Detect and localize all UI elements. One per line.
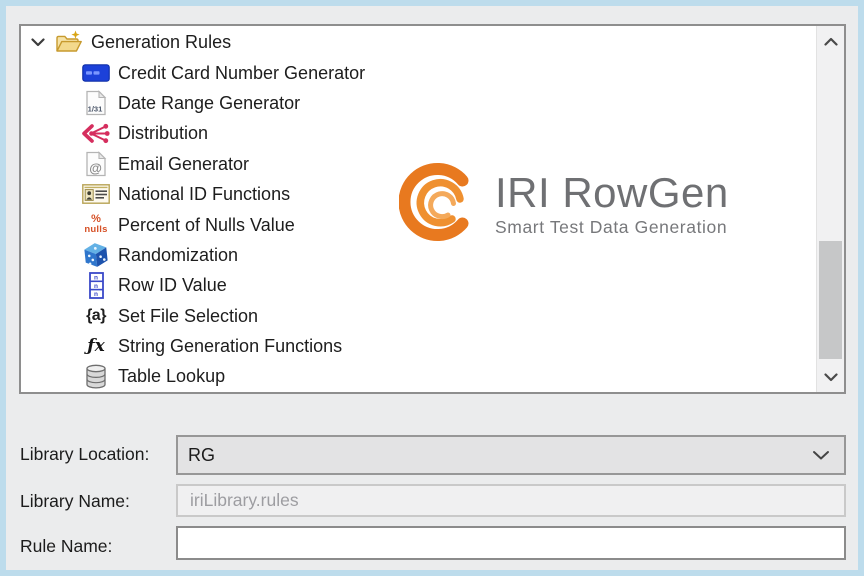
table-lookup-icon xyxy=(81,362,111,390)
tree-item-date-range-generator[interactable]: 1/31 Date Range Generator xyxy=(21,88,814,118)
tree-item-percent-of-nulls-value[interactable]: % nulls Percent of Nulls Value xyxy=(21,209,814,239)
national-id-icon xyxy=(81,180,111,208)
tree-item-label: Table Lookup xyxy=(118,366,226,387)
credit-card-icon xyxy=(81,59,111,87)
tree-item-label: Set File Selection xyxy=(118,305,259,326)
scrollbar-up-button[interactable] xyxy=(817,26,845,56)
row-id-icon: n n n xyxy=(81,271,111,299)
randomization-icon xyxy=(81,241,111,269)
folder-open-icon xyxy=(54,28,84,56)
date-range-icon: 1/31 xyxy=(81,89,111,117)
svg-text:n: n xyxy=(94,274,98,281)
tree-item-label: National ID Functions xyxy=(118,184,291,205)
library-location-label: Library Location: xyxy=(20,444,150,464)
fx-function-icon: ƒx xyxy=(87,336,105,357)
tree-vertical-scrollbar[interactable] xyxy=(816,26,844,392)
tree-item-table-lookup[interactable]: Table Lookup xyxy=(21,361,814,391)
set-file-icon: {a} xyxy=(86,306,106,324)
tree-item-set-file-selection[interactable]: {a} Set File Selection xyxy=(21,301,814,331)
generation-rules-tree: Generation Rules Credit Card Number Gene… xyxy=(21,27,814,392)
distribution-icon xyxy=(81,119,111,147)
tree-item-label: Distribution xyxy=(118,123,209,144)
tree-item-credit-card-number-generator[interactable]: Credit Card Number Generator xyxy=(21,57,814,87)
tree-item-label: Row ID Value xyxy=(118,275,227,296)
library-location-value: RG xyxy=(188,444,215,465)
scrollbar-thumb[interactable] xyxy=(819,241,842,359)
tree-item-row-id-value[interactable]: n n n Row ID Value xyxy=(21,270,814,300)
rule-name-label: Rule Name: xyxy=(20,536,113,556)
tree-item-label: Generation Rules xyxy=(91,32,232,53)
svg-text:@: @ xyxy=(89,160,102,175)
rules-tree-panel: IRI RowGen Smart Test Data Generation Ge… xyxy=(19,24,846,394)
tree-item-generation-rules[interactable]: Generation Rules xyxy=(21,27,814,57)
tree-item-email-generator[interactable]: @ Email Generator xyxy=(21,149,814,179)
tree-item-label: Email Generator xyxy=(118,153,250,174)
chevron-down-icon xyxy=(824,372,838,381)
library-name-field xyxy=(176,484,846,517)
tree-item-label: Randomization xyxy=(118,244,239,265)
tree-item-label: Percent of Nulls Value xyxy=(118,214,295,235)
library-name-label: Library Name: xyxy=(20,491,130,511)
chevron-down-icon xyxy=(813,450,829,459)
tree-item-distribution[interactable]: Distribution xyxy=(21,118,814,148)
tree-item-label: Date Range Generator xyxy=(118,92,301,113)
chevron-down-icon[interactable] xyxy=(29,38,47,47)
chevron-up-icon xyxy=(824,37,838,46)
scrollbar-down-button[interactable] xyxy=(817,362,845,392)
tree-item-label: String Generation Functions xyxy=(118,336,343,357)
percent-nulls-icon: % nulls xyxy=(84,213,108,236)
tree-item-national-id-functions[interactable]: National ID Functions xyxy=(21,179,814,209)
library-location-dropdown[interactable]: RG xyxy=(176,435,846,475)
tree-item-randomization[interactable]: Randomization xyxy=(21,240,814,270)
email-icon: @ xyxy=(81,150,111,178)
svg-text:n: n xyxy=(94,291,98,298)
svg-text:n: n xyxy=(94,283,98,290)
svg-text:1/31: 1/31 xyxy=(88,104,104,113)
tree-item-string-generation-functions[interactable]: ƒx String Generation Functions xyxy=(21,331,814,361)
tree-item-label: Credit Card Number Generator xyxy=(118,62,366,83)
rule-name-field[interactable] xyxy=(176,526,846,560)
